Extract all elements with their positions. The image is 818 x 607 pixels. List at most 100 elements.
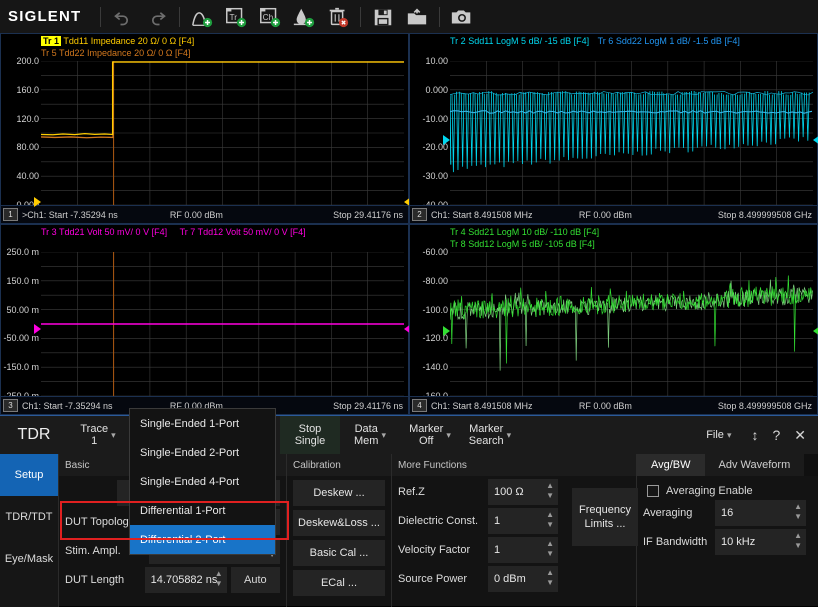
dut-length-value: 14.705882 ns [150,574,218,586]
source-power-value: 0 dBm [494,573,526,585]
averaging-enable-row[interactable]: Averaging Enable [647,485,818,497]
sidebar-item-tdr-tdt[interactable]: TDR/TDT [0,496,58,538]
chart-3-plot-area[interactable] [41,252,404,396]
stepper-icon[interactable]: ▲▼ [546,568,554,588]
dropdown-item-single-ended-4-port[interactable]: Single-Ended 4-Port [130,467,275,496]
toolbar-divider-1 [100,6,101,27]
ecal-button[interactable]: ECal ... [293,570,385,596]
chart-2-trace-2-id: Tr 6 [597,36,614,46]
dut-length-input[interactable]: 14.705882 ns ▲ ▼ [144,567,227,593]
marker-off-line1: Marker [409,423,444,435]
chevron-down-icon: ▾ [381,430,386,440]
stop-single-button[interactable]: Stop Single [280,416,340,454]
chart-panel-3[interactable]: Tr 3 Tdd21 Volt 50 mV/ 0 V [F4] Tr 7 Tdd… [0,224,411,415]
sidebar-item-setup[interactable]: Setup [0,454,58,496]
velocity-factor-input[interactable]: 1 ▲ ▼ [488,537,558,563]
help-icon[interactable]: ? [772,427,780,443]
open-folder-icon[interactable] [400,2,434,32]
close-icon[interactable]: ✕ [794,427,806,444]
chart-1-start: >Ch1: Start -7.35294 ns [22,209,118,220]
marker-search-line1: Marker [469,423,504,435]
deskew-loss-button[interactable]: Deskew&Loss ... [293,510,385,536]
basic-cal-button[interactable]: Basic Cal ... [293,540,385,566]
chart-panel-4[interactable]: Tr 4 Sdd21 LogM 10 dB/ -110 dB [F4] Tr 8… [409,224,818,415]
chevron-down-icon: ▾ [111,430,116,440]
add-tr-window-icon[interactable]: Tr [219,2,253,32]
averaging-enable-checkbox[interactable] [647,485,659,497]
frequency-limits-button[interactable]: Frequency Limits ... [572,488,638,546]
chart-4-number: 4 [412,399,427,412]
chart-2-left-marker[interactable] [443,135,450,145]
chart-1-left-marker[interactable] [34,197,41,207]
chart-2-y-axis: 10.00 0.000 -10.00 -20.00 -30.00 -40.00 [410,56,450,210]
y-tick: -100.0 [422,304,448,315]
dropdown-item-differential-1-port[interactable]: Differential 1-Port [130,496,275,525]
redo-icon[interactable] [140,2,174,32]
undo-icon[interactable] [106,2,140,32]
dropdown-item-differential-2-port[interactable]: Differential 2-Port [130,525,275,554]
dut-length-auto-button[interactable]: Auto [230,567,280,593]
delete-icon[interactable] [321,2,355,32]
dut-length-label: DUT Length [65,574,125,586]
marker-search-button[interactable]: Marker Search ▾ [460,416,520,454]
dropdown-item-single-ended-1-port[interactable]: Single-Ended 1-Port [130,409,275,438]
camera-screenshot-icon[interactable] [445,2,479,32]
chart-2-right-marker[interactable] [813,135,818,145]
stepper-icon[interactable]: ▲▼ [546,481,554,501]
chart-4-right-marker[interactable] [813,326,818,336]
deskew-button[interactable]: Deskew ... [293,480,385,506]
frequency-limits-line2: Limits ... [584,518,626,530]
save-icon[interactable] [366,2,400,32]
chart-2-trace-headers[interactable]: Tr 2 Sdd11 LogM 5 dB/ -15 dB [F4] Tr 6 S… [450,35,740,61]
refz-input[interactable]: 100 Ω ▲ ▼ [488,479,558,505]
chart-3-stop: Stop 29.41176 ns [333,400,403,411]
y-tick: 50.00 m [6,304,39,315]
dropdown-item-single-ended-2-port[interactable]: Single-Ended 2-Port [130,438,275,467]
source-power-input[interactable]: 0 dBm ▲ ▼ [488,566,558,592]
chart-2-plot-area[interactable] [450,61,813,205]
avg-bw-group: Avg/BW Adv Waveform Averaging Enable Ave… [636,454,818,607]
chart-4-stop: Stop 8.499999508 GHz [717,400,812,411]
stepper-icon[interactable]: ▲▼ [546,510,554,530]
y-tick: 150.0 m [6,275,39,286]
toolbar-divider-2 [179,6,180,27]
chart-panel-1[interactable]: Tr 1 Tdd11 Impedance 20 Ω/ 0 Ω [F4] Tr 5… [0,33,411,224]
y-tick: -140.0 [422,362,448,373]
data-mem-button[interactable]: Data Mem ▾ [340,416,400,454]
dielectric-const-input[interactable]: 1 ▲ ▼ [488,508,558,534]
add-channel-window-icon[interactable]: Ch [253,2,287,32]
chart-4-left-marker[interactable] [443,326,450,336]
stepper-icon[interactable]: ▲▼ [794,502,802,522]
trace-selector[interactable]: Trace 1 ▾ [68,416,128,454]
chart-1-plot-area[interactable] [41,61,404,205]
chart-4-trace-2-header[interactable]: Tr 8 Sdd12 LogM 5 dB/ -105 dB [F4] [450,239,595,249]
add-trace-curve-icon[interactable] [185,2,219,32]
dut-topology-dropdown[interactable]: Single-Ended 1-Port Single-Ended 2-Port … [129,408,276,555]
sidebar-item-eye-mask[interactable]: Eye/Mask [0,538,58,580]
tab-avg-bw[interactable]: Avg/BW [637,454,705,476]
stepper-icon[interactable]: ▲▼ [215,569,223,589]
if-bandwidth-value: 10 kHz [721,536,756,548]
if-bandwidth-input[interactable]: 10 kHz ▲ ▼ [715,529,806,555]
chart-1-trace-2-id: Tr 5 [41,48,57,58]
chart-4-trace-2-desc: Sdd12 LogM 5 dB/ -105 dB [F4] [468,239,595,249]
chart-panel-2[interactable]: Tr 2 Sdd11 LogM 5 dB/ -15 dB [F4] Tr 6 S… [409,33,818,224]
marker-off-button[interactable]: Marker Off ▾ [400,416,460,454]
chart-3-left-marker[interactable] [34,324,41,334]
chart-4-plot-area[interactable] [450,252,813,396]
add-marker-icon[interactable] [287,2,321,32]
chart-1-trace-2-header[interactable]: Tr 5 Tdd22 Impedance 20 Ω/ 0 Ω [F4] [41,48,191,58]
chart-1-x-axis: 1 >Ch1: Start -7.35294 ns RF 0.00 dBm St… [1,205,408,223]
tab-adv-waveform[interactable]: Adv Waveform [704,454,805,476]
averaging-input[interactable]: 16 ▲ ▼ [715,500,806,526]
stepper-icon[interactable]: ▲▼ [546,539,554,559]
file-menu-label: File [706,429,724,441]
stepper-icon[interactable]: ▲▼ [794,531,802,551]
file-menu-button[interactable]: File ▾ [700,416,737,454]
tdr-vertical-tabs: Setup TDR/TDT Eye/Mask [0,454,58,607]
chart-3-trace-headers[interactable]: Tr 3 Tdd21 Volt 50 mV/ 0 V [F4] Tr 7 Tdd… [41,226,306,252]
velocity-factor-label: Velocity Factor [398,544,471,556]
averaging-value: 16 [721,507,734,519]
dielectric-const-value: 1 [494,515,501,527]
resize-panel-icon[interactable]: ↕ [751,427,758,443]
